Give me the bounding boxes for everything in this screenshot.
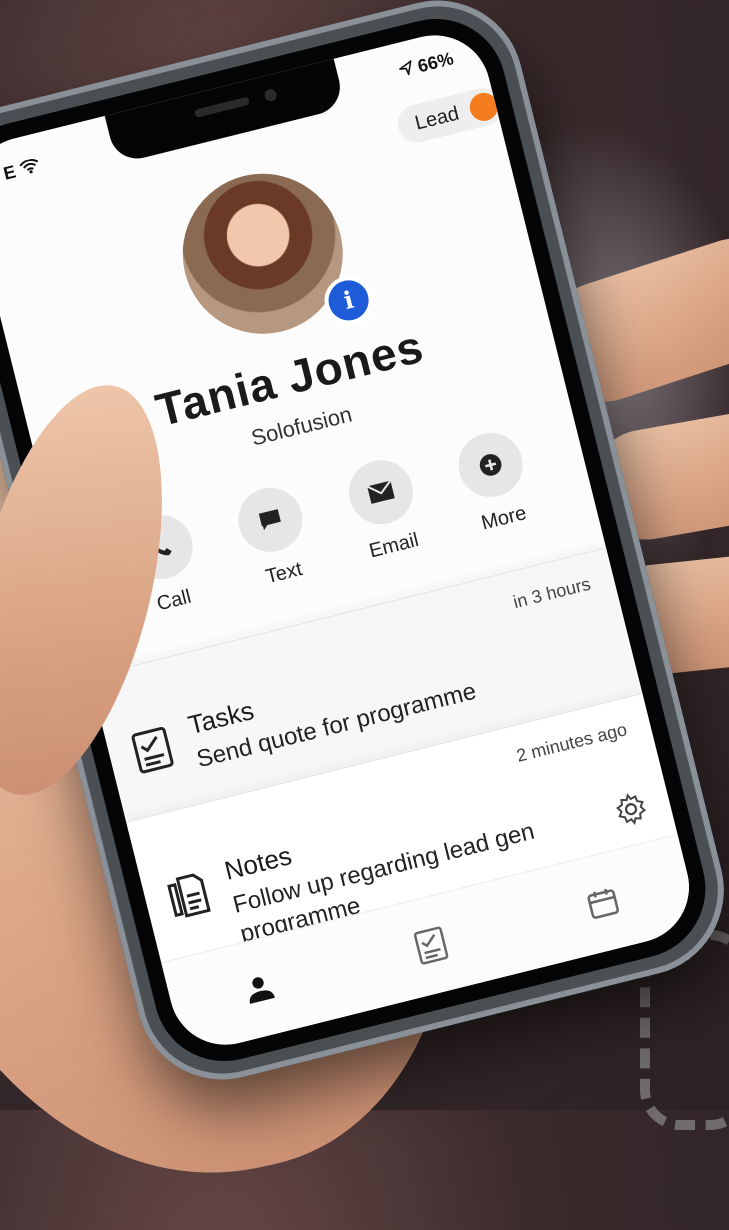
lead-label: Lead [412,102,462,135]
tab-tasks[interactable] [395,909,468,982]
email-button[interactable]: Email [334,452,436,567]
camera [263,87,278,103]
avatar [165,156,360,351]
message-icon [231,480,310,559]
wifi-icon [19,158,39,174]
lead-status-toggle[interactable]: Lead [393,84,506,147]
status-bar-left: E [1,155,42,184]
mail-icon [341,453,420,532]
person-icon [249,977,275,1004]
speaker [193,96,251,118]
task-icon [131,726,174,774]
email-label: Email [367,528,421,563]
tab-contact[interactable] [223,952,296,1025]
text-label: Text [263,558,305,589]
battery-level: 66% [415,48,456,77]
calendar-icon [587,888,620,919]
status-bar-right: 66% [397,48,455,82]
task-time: in 3 hours [511,573,593,613]
plus-circle-icon [451,426,530,504]
notch [104,56,346,165]
carrier-label: E [1,161,18,184]
toggle-knob [466,89,501,124]
text-button[interactable]: Text [224,479,326,594]
more-label: More [479,502,529,535]
task-icon [413,926,449,965]
note-icon [167,873,211,918]
location-icon [397,59,412,78]
more-button[interactable]: More [444,424,546,539]
tab-calendar[interactable] [567,866,640,939]
note-time: 2 minutes ago [514,719,629,766]
